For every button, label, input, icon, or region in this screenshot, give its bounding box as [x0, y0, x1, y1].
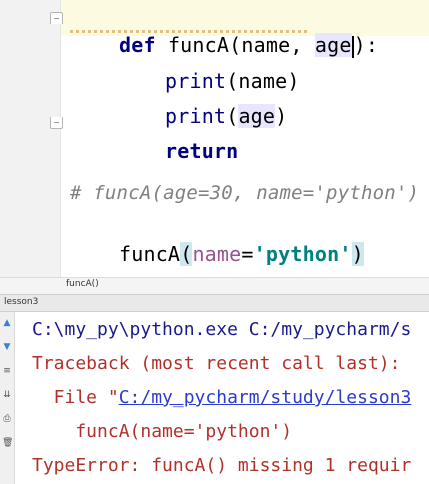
print-arg-age: age [238, 104, 276, 128]
warning-underline [70, 30, 308, 33]
code-line-return[interactable]: return [116, 112, 238, 190]
def-close: ): [353, 33, 379, 57]
file-prefix: File " [32, 387, 119, 408]
paren-close: ) [275, 104, 288, 128]
call-string-value: 'python' [253, 242, 352, 266]
console-toolbar: ▲ ▼ ≡ ⇊ ⎙ 🗑 [0, 312, 15, 484]
call-function-name: funcA [118, 242, 181, 266]
soft-wrap-icon[interactable]: ≡ [2, 366, 12, 376]
call-paren-open: ( [180, 242, 193, 266]
run-tool-window-header: lesson3 [0, 295, 429, 312]
call-equals: = [241, 242, 254, 266]
console-code-line: funcA(name='python') [32, 421, 293, 442]
gutter-divider [60, 0, 61, 277]
call-keyword-arg: name [192, 242, 242, 266]
run-tab-lesson3[interactable]: lesson3 [4, 297, 38, 307]
fold-marker-icon[interactable] [50, 12, 63, 24]
code-line-comment[interactable]: # funcA(age=30, name='python') [70, 180, 419, 206]
print-icon[interactable]: ⎙ [2, 414, 12, 424]
console-traceback-header: Traceback (most recent call last): [32, 353, 401, 374]
trash-icon[interactable]: 🗑 [2, 438, 13, 448]
console-error-line: TypeError: funcA() missing 1 requir [32, 455, 412, 476]
keyword-return: return [164, 139, 239, 163]
scroll-to-end-icon[interactable]: ⇊ [2, 390, 12, 400]
fold-end-marker-icon[interactable] [50, 117, 63, 129]
arrow-down-icon[interactable]: ▼ [2, 342, 12, 352]
code-editor[interactable]: def funcA(name, age): print(name) print(… [0, 0, 429, 277]
run-console[interactable]: ▲ ▼ ≡ ⇊ ⎙ 🗑 C:\my_py\python.exe C:/my_py… [0, 312, 429, 484]
call-paren-close: ) [351, 242, 364, 266]
breadcrumb-bar: funcA() [0, 277, 429, 295]
console-command-line: C:\my_py\python.exe C:/my_pycharm/s [32, 319, 412, 340]
param-age: age [314, 33, 352, 57]
arrow-up-icon[interactable]: ▲ [2, 318, 12, 328]
editor-gutter [0, 0, 60, 277]
traceback-file-link[interactable]: C:/my_pycharm/study/lesson3 [119, 387, 412, 408]
breadcrumb[interactable]: funcA() [66, 279, 99, 289]
console-file-line: File "C:/my_pycharm/study/lesson3 [32, 386, 412, 410]
